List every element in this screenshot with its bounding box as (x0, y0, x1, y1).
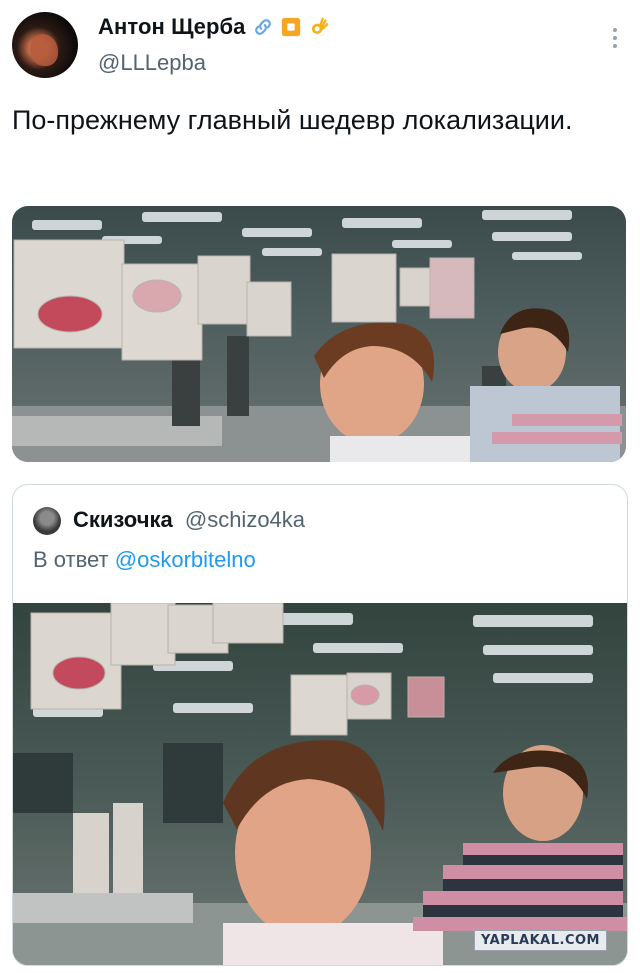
tweet-text: По-прежнему главный шедевр локализации. (12, 105, 573, 135)
orange-square-icon (281, 17, 300, 37)
more-options-icon[interactable] (612, 28, 618, 52)
watermark: YAPLAKAL.COM (474, 930, 607, 951)
office-scene-image-large (13, 603, 627, 965)
author-avatar[interactable] (12, 12, 78, 78)
author-display-name[interactable]: Антон Щерба (98, 14, 246, 40)
author-handle[interactable]: @LLLepba (98, 50, 206, 76)
office-scene-image (12, 206, 626, 462)
reply-context: В ответ @oskorbitelno (33, 547, 256, 573)
quoted-tweet-card[interactable]: Скизочка @schizo4ka В ответ @oskorbiteln… (12, 484, 628, 966)
quoted-author-row: Скизочка @schizo4ka (73, 507, 305, 533)
link-icon (254, 19, 271, 35)
reply-prefix: В ответ (33, 547, 109, 572)
author-name-row: Антон Щерба (98, 14, 330, 40)
quoted-author-display-name[interactable]: Скизочка (73, 507, 173, 532)
quoted-author-avatar[interactable] (33, 507, 61, 535)
reply-mention-link[interactable]: @oskorbitelno (115, 547, 256, 572)
quoted-media-image[interactable]: YAPLAKAL.COM (13, 603, 627, 965)
quoted-author-handle[interactable]: @schizo4ka (185, 507, 305, 532)
tweet-media-image[interactable] (12, 206, 626, 462)
ok-hand-icon (311, 17, 328, 35)
